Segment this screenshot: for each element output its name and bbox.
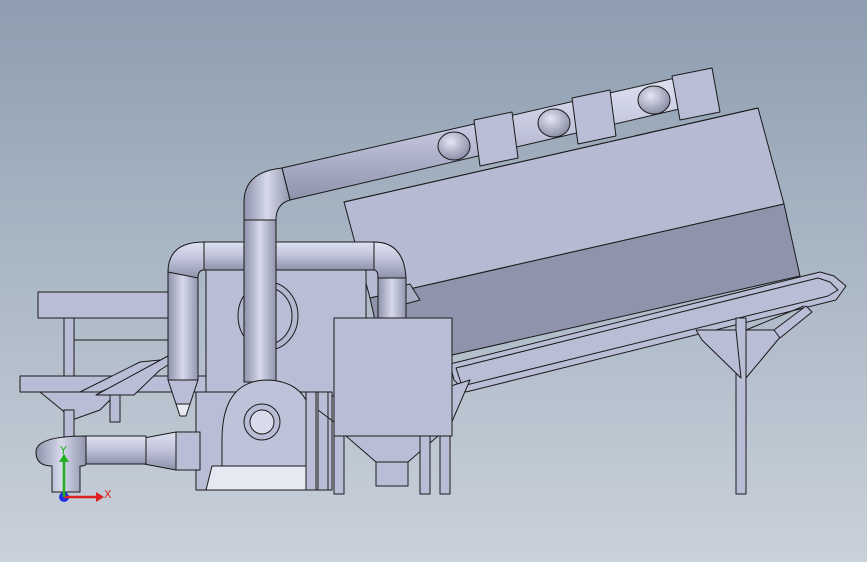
triad-x-label: X bbox=[104, 488, 112, 501]
cad-model-drawing[interactable]: X Y bbox=[0, 0, 867, 562]
cad-viewport[interactable]: X Y bbox=[0, 0, 867, 562]
blower-fan bbox=[195, 379, 333, 491]
filter-box bbox=[333, 317, 453, 495]
triad-y-label: Y bbox=[59, 444, 67, 457]
vertical-riser bbox=[243, 219, 277, 383]
triad-x-arrow bbox=[96, 492, 104, 502]
